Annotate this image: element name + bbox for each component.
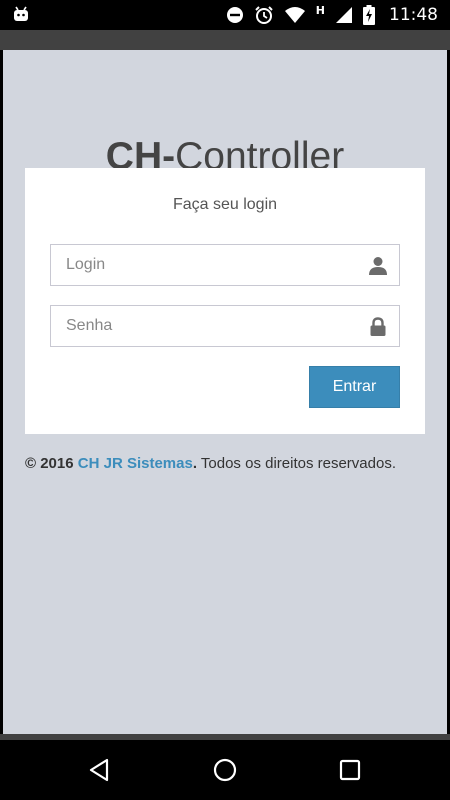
user-icon [369,256,387,276]
lock-icon [369,317,387,337]
wifi-icon [284,6,306,24]
app-title-strip [0,30,450,50]
do-not-disturb-icon [226,6,244,24]
password-input[interactable] [51,306,399,346]
login-field[interactable] [50,244,400,286]
recent-apps-icon[interactable] [337,757,363,783]
network-type-label: H [315,3,325,17]
footer-period: . [192,455,197,472]
login-submit-button[interactable]: Entrar [309,366,400,408]
login-page: CH-Controller Faça seu login Entrar © 20… [3,50,447,734]
password-field[interactable] [50,305,400,347]
footer: © 2016 CH JR Sistemas. Todos os direitos… [25,455,445,472]
navigation-bar [0,740,450,800]
login-title: Faça seu login [172,196,278,213]
login-card: Faça seu login Entrar [25,168,425,434]
status-time: 11:48 [389,5,438,25]
signal-icon [335,6,353,24]
back-icon[interactable] [87,757,113,783]
battery-charging-icon [363,5,375,25]
alarm-icon [254,5,274,25]
company-link[interactable]: CH JR Sistemas [78,455,193,472]
login-input[interactable] [51,245,399,285]
status-bar: H 11:48 [0,0,450,30]
rights-text: Todos os direitos reservados. [200,455,397,472]
home-icon[interactable] [212,757,238,783]
copyright-text: © 2016 [25,455,74,472]
android-debug-icon [12,6,30,26]
